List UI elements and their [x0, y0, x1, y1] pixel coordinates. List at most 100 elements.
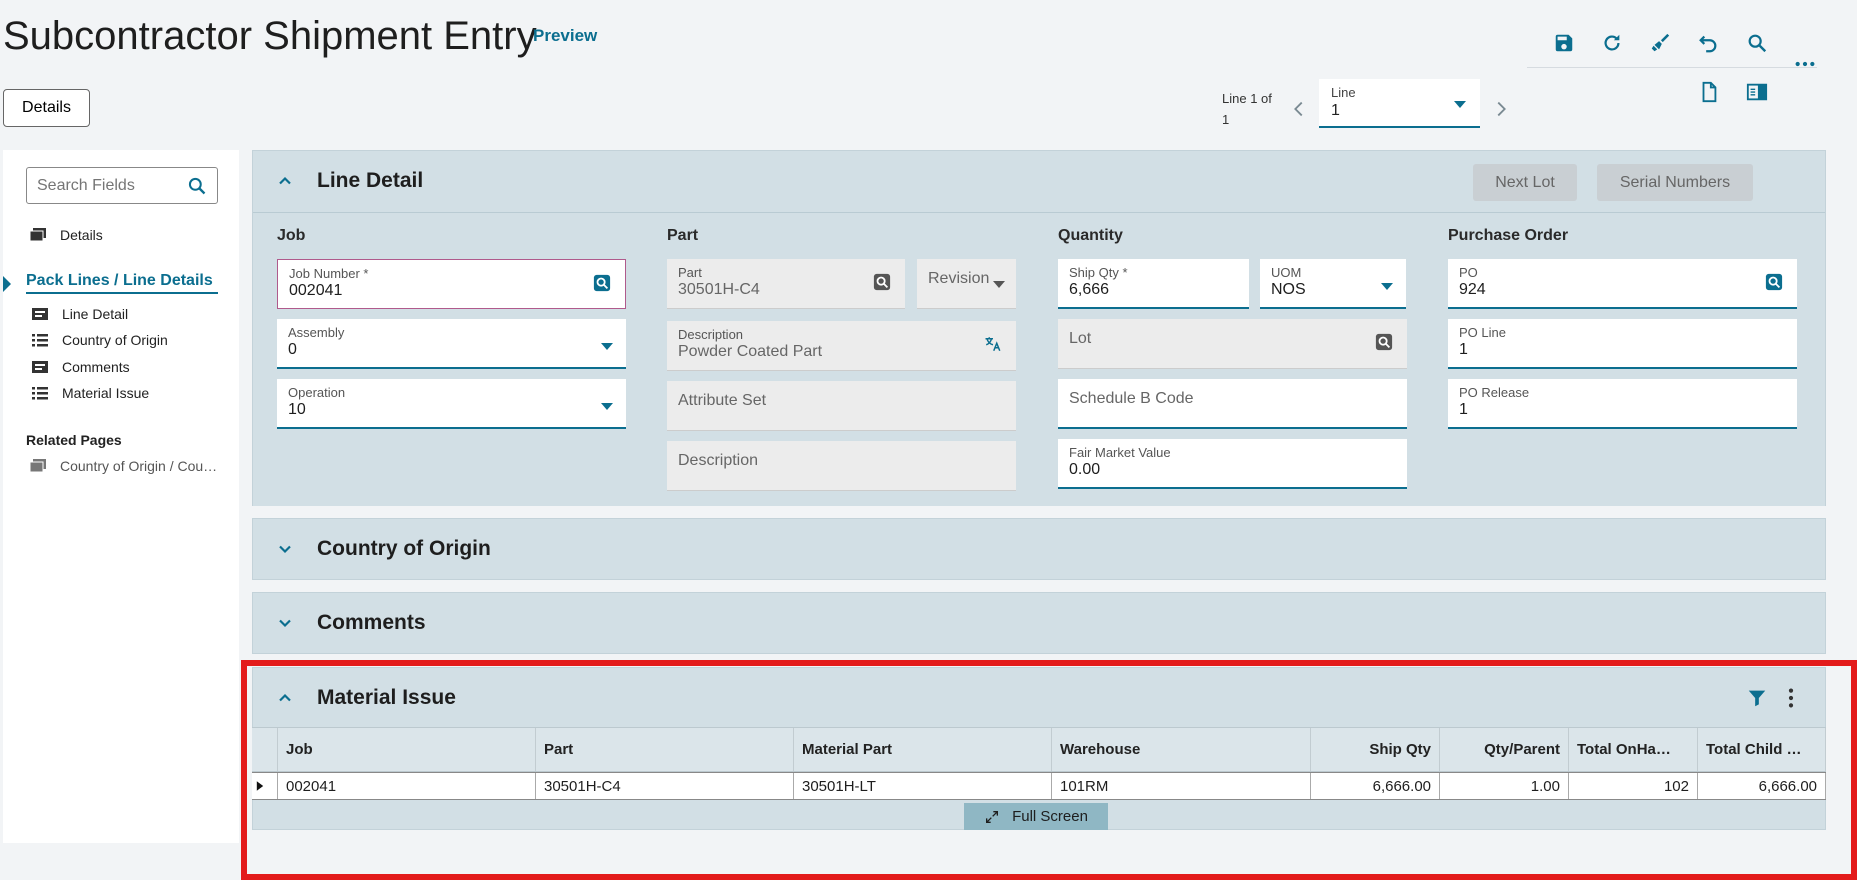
- part-field[interactable]: Part 30501H-C4: [667, 259, 905, 309]
- more-icon[interactable]: [1791, 50, 1819, 78]
- cell-material-part[interactable]: 30501H-LT: [794, 773, 1052, 799]
- assembly-label: Assembly: [288, 325, 345, 340]
- uom-label: UOM: [1271, 265, 1302, 280]
- ship-qty-value: 6,666: [1069, 281, 1110, 298]
- lot-field[interactable]: Lot: [1058, 319, 1407, 369]
- cell-ship-qty[interactable]: 6,666.00: [1311, 773, 1440, 799]
- page-title: Subcontractor Shipment Entry: [3, 14, 537, 58]
- cell-part[interactable]: 30501H-C4: [536, 773, 794, 799]
- chevron-down-icon[interactable]: [273, 537, 297, 561]
- chevron-down-icon[interactable]: [992, 279, 1006, 289]
- cell-warehouse[interactable]: 101RM: [1052, 773, 1311, 799]
- revision-field[interactable]: Revision: [917, 259, 1016, 309]
- cell-total-child[interactable]: 6,666.00: [1698, 773, 1826, 799]
- related-page-country-of-origin[interactable]: Country of Origin / Cou…: [30, 458, 217, 474]
- sidebar-item-label: Country of Origin: [62, 332, 168, 348]
- line-detail-header[interactable]: Line Detail: [253, 151, 1825, 211]
- column-header-warehouse[interactable]: Warehouse: [1052, 728, 1311, 771]
- translate-icon[interactable]: [984, 335, 1002, 353]
- description-field[interactable]: Description Powder Coated Part: [667, 321, 1016, 371]
- lookup-icon[interactable]: [1765, 273, 1783, 291]
- line-detail-panel: Line Detail Next Lot Serial Numbers Job …: [252, 150, 1826, 506]
- lookup-icon[interactable]: [873, 273, 891, 291]
- po-line-field[interactable]: PO Line 1: [1448, 319, 1797, 369]
- column-header-ship-qty[interactable]: Ship Qty: [1311, 728, 1440, 771]
- schedule-b-code-field[interactable]: Schedule B Code: [1058, 379, 1407, 429]
- refresh-icon[interactable]: [1598, 29, 1626, 57]
- serial-numbers-button[interactable]: Serial Numbers: [1597, 164, 1753, 201]
- save-icon[interactable]: [1550, 29, 1578, 57]
- chevron-up-icon[interactable]: [273, 686, 297, 710]
- search-icon[interactable]: [1743, 29, 1771, 57]
- lookup-icon[interactable]: [593, 274, 611, 292]
- preview-tag[interactable]: Preview: [533, 26, 597, 46]
- fair-market-value-field[interactable]: Fair Market Value 0.00: [1058, 439, 1407, 489]
- part-value: 30501H-C4: [678, 281, 760, 298]
- column-header-material-part[interactable]: Material Part: [794, 728, 1052, 771]
- search-icon[interactable]: [187, 176, 207, 196]
- sidebar-item-comments[interactable]: Comments: [32, 359, 130, 375]
- part-group-label: Part: [667, 227, 699, 244]
- sidebar-item-label: Details: [60, 227, 103, 243]
- sidebar-item-country-of-origin[interactable]: Country of Origin: [32, 332, 168, 348]
- operation-field[interactable]: Operation 10: [277, 379, 626, 429]
- row-indicator-header: [252, 728, 278, 771]
- material-issue-header[interactable]: Material Issue: [253, 668, 1825, 728]
- panel-toggle-icon[interactable]: [1743, 78, 1771, 106]
- po-release-field[interactable]: PO Release 1: [1448, 379, 1797, 429]
- sidebar-item-line-detail[interactable]: Line Detail: [32, 306, 128, 322]
- line-select[interactable]: Line 1: [1319, 79, 1480, 128]
- column-header-total-onhand[interactable]: Total OnHa…: [1569, 728, 1698, 771]
- job-number-field[interactable]: Job Number * 002041: [277, 259, 626, 309]
- lookup-icon[interactable]: [1375, 333, 1393, 351]
- cell-qty-parent[interactable]: 1.00: [1440, 773, 1569, 799]
- search-fields[interactable]: [26, 167, 218, 204]
- new-document-icon[interactable]: [1695, 78, 1723, 106]
- chevron-down-icon[interactable]: [273, 611, 297, 635]
- undo-icon[interactable]: [1694, 29, 1722, 57]
- table-row[interactable]: 002041 30501H-C4 30501H-LT 101RM 6,666.0…: [252, 772, 1826, 800]
- chevron-down-icon[interactable]: [600, 401, 614, 411]
- chevron-right-icon[interactable]: [1487, 95, 1515, 123]
- country-of-origin-header[interactable]: Country of Origin: [253, 519, 1825, 579]
- schedule-b-code-placeholder: Schedule B Code: [1069, 390, 1194, 407]
- attribute-set-field[interactable]: Attribute Set: [667, 381, 1016, 431]
- chevron-down-icon[interactable]: [1380, 281, 1394, 291]
- full-screen-button[interactable]: Full Screen: [964, 803, 1108, 830]
- po-line-label: PO Line: [1459, 325, 1506, 340]
- kebab-menu-icon[interactable]: [1777, 684, 1805, 712]
- column-header-job[interactable]: Job: [278, 728, 536, 771]
- filter-icon[interactable]: [1743, 684, 1771, 712]
- sidebar-item-details[interactable]: Details: [30, 227, 103, 243]
- cell-total-onhand[interactable]: 102: [1569, 773, 1698, 799]
- column-header-qty-parent[interactable]: Qty/Parent: [1440, 728, 1569, 771]
- sidebar-section-pack-lines[interactable]: Pack Lines / Line Details: [26, 272, 218, 294]
- ship-qty-field[interactable]: Ship Qty * 6,666: [1058, 259, 1249, 309]
- form-icon: [32, 307, 48, 321]
- assembly-field[interactable]: Assembly 0: [277, 319, 626, 369]
- chevron-down-icon[interactable]: [600, 341, 614, 351]
- fair-market-value-value: 0.00: [1069, 461, 1101, 478]
- purchase-order-group-label: Purchase Order: [1448, 227, 1569, 244]
- column-header-part[interactable]: Part: [536, 728, 794, 771]
- description-extra-field[interactable]: Description: [667, 441, 1016, 491]
- chevron-up-icon[interactable]: [273, 169, 297, 193]
- search-fields-input[interactable]: [37, 176, 187, 195]
- clear-icon[interactable]: [1646, 29, 1674, 57]
- operation-value: 10: [288, 401, 306, 418]
- row-indicator[interactable]: [252, 773, 278, 799]
- po-label: PO: [1459, 265, 1478, 280]
- column-header-total-child[interactable]: Total Child …: [1698, 728, 1826, 771]
- list-icon: [32, 333, 48, 347]
- uom-field[interactable]: UOM NOS: [1260, 259, 1406, 309]
- chevron-left-icon[interactable]: [1285, 95, 1313, 123]
- job-number-value: 002041: [289, 282, 343, 299]
- po-field[interactable]: PO 924: [1448, 259, 1797, 309]
- cell-job[interactable]: 002041: [278, 773, 536, 799]
- grid-header: Job Part Material Part Warehouse Ship Qt…: [252, 727, 1826, 772]
- details-button[interactable]: Details: [3, 89, 90, 127]
- next-lot-button[interactable]: Next Lot: [1473, 164, 1577, 201]
- sidebar-item-material-issue[interactable]: Material Issue: [32, 385, 149, 401]
- comments-header[interactable]: Comments: [253, 593, 1825, 653]
- po-value: 924: [1459, 281, 1486, 298]
